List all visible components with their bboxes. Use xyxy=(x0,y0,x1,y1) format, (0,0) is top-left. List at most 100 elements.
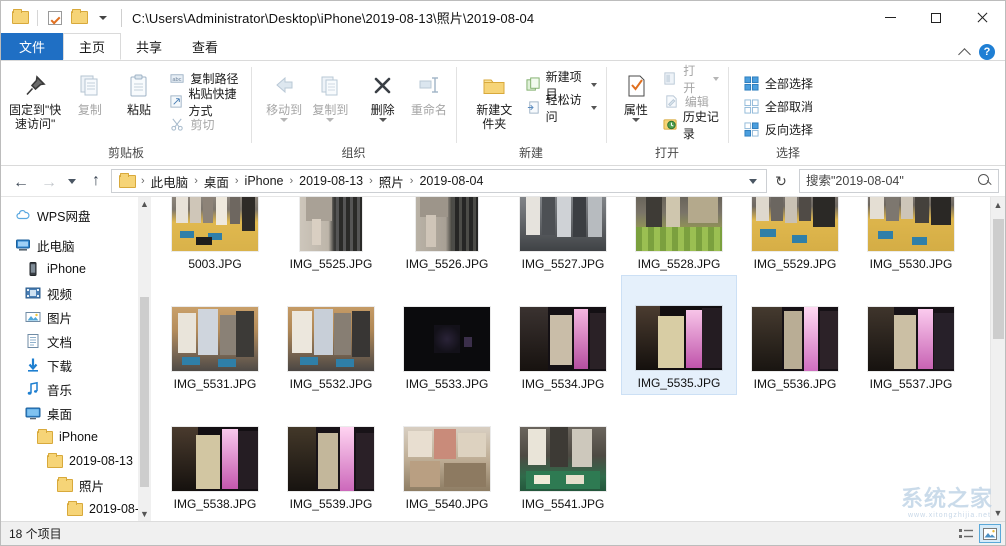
new-folder-icon[interactable] xyxy=(69,8,89,28)
recent-locations-button[interactable] xyxy=(63,169,81,193)
help-icon[interactable]: ? xyxy=(979,44,995,60)
history-button[interactable]: 历史记录 xyxy=(659,110,723,141)
file-item[interactable]: 5003.JPG xyxy=(157,197,273,275)
file-item[interactable]: IMG_5527.JPG xyxy=(505,197,621,275)
chevron-down-icon[interactable] xyxy=(713,76,719,81)
maximize-button[interactable] xyxy=(913,1,959,34)
file-item[interactable]: IMG_5529.JPG xyxy=(737,197,853,275)
sidebar-item-downloads[interactable]: 下载 xyxy=(1,353,151,377)
file-item[interactable]: IMG_5526.JPG xyxy=(389,197,505,275)
chevron-down-icon[interactable] xyxy=(591,105,597,110)
scroll-down-icon[interactable]: ▼ xyxy=(991,505,1005,521)
new-folder-button[interactable]: 新建文件夹 xyxy=(469,65,520,135)
invert-selection-button[interactable]: 反向选择 xyxy=(739,119,817,140)
file-item[interactable]: IMG_5531.JPG xyxy=(157,275,273,395)
properties-button[interactable]: 属性 xyxy=(615,65,657,126)
chevron-down-icon[interactable] xyxy=(378,118,387,122)
file-item[interactable]: IMG_5525.JPG xyxy=(273,197,389,275)
ribbon-group-open-label: 打开 xyxy=(654,146,679,160)
sidebar-item-2019-08-13[interactable]: 2019-08-13 xyxy=(1,449,151,473)
delete-button[interactable]: 删除 xyxy=(361,65,405,126)
chevron-down-icon[interactable] xyxy=(326,118,335,122)
chevron-down-icon[interactable] xyxy=(93,8,113,28)
breadcrumb-item-3[interactable]: 2019-08-13 xyxy=(295,174,367,188)
breadcrumb-item-2[interactable]: iPhone xyxy=(241,174,288,188)
sidebar-item-desktop[interactable]: 桌面 xyxy=(1,401,151,425)
open-button[interactable]: 打开 xyxy=(659,64,723,95)
move-to-button[interactable]: 移动到 xyxy=(262,65,306,126)
close-button[interactable] xyxy=(959,1,1005,34)
tab-home[interactable]: 主页 xyxy=(63,33,122,60)
search-input[interactable] xyxy=(806,174,978,188)
properties-checkbox-icon[interactable] xyxy=(45,8,65,28)
scroll-down-icon[interactable]: ▼ xyxy=(138,507,151,521)
file-item[interactable]: IMG_5528.JPG xyxy=(621,197,737,275)
file-item[interactable]: IMG_5539.JPG xyxy=(273,395,389,515)
sidebar-item-music[interactable]: 音乐 xyxy=(1,377,151,401)
scroll-up-icon[interactable]: ▲ xyxy=(138,197,151,211)
cut-button[interactable]: 剪切 xyxy=(165,114,246,135)
breadcrumb-item-4[interactable]: 照片 xyxy=(375,172,408,191)
phone-icon xyxy=(25,261,41,277)
sidebar-scrollbar[interactable]: ▲ ▼ xyxy=(138,197,151,521)
chevron-down-icon[interactable] xyxy=(280,118,289,122)
file-scroll-thumb[interactable] xyxy=(993,219,1004,339)
file-item[interactable]: IMG_5538.JPG xyxy=(157,395,273,515)
select-all-button[interactable]: 全部选择 xyxy=(739,73,817,94)
sidebar-item-2019-08-04[interactable]: 2019-08-( xyxy=(1,497,151,521)
file-item[interactable]: IMG_5533.JPG xyxy=(389,275,505,395)
copy-to-button[interactable]: 复制到 xyxy=(308,65,352,126)
file-item[interactable]: IMG_5535.JPG xyxy=(621,275,737,395)
sidebar-item-thispc[interactable]: 此电脑 xyxy=(1,233,151,257)
sidebar-item-iphone[interactable]: iPhone xyxy=(1,257,151,281)
sidebar-item-iphone-folder[interactable]: iPhone xyxy=(1,425,151,449)
breadcrumb-item-5[interactable]: 2019-08-04 xyxy=(415,174,487,188)
file-explorer-window: C:\Users\Administrator\Desktop\iPhone\20… xyxy=(0,0,1006,546)
forward-button[interactable] xyxy=(35,169,61,193)
file-item[interactable]: IMG_5532.JPG xyxy=(273,275,389,395)
ribbon-group-clipboard-label: 剪贴板 xyxy=(107,146,144,160)
thumbnail-view-button[interactable] xyxy=(979,524,1001,543)
tab-share[interactable]: 共享 xyxy=(121,33,177,60)
sidebar-item-documents[interactable]: 文档 xyxy=(1,329,151,353)
minimize-button[interactable] xyxy=(867,1,913,34)
address-dropdown-button[interactable] xyxy=(744,178,762,184)
chevron-up-icon[interactable] xyxy=(958,47,971,61)
file-item[interactable]: IMG_5541.JPG xyxy=(505,395,621,515)
breadcrumb-item-0[interactable]: 此电脑 xyxy=(147,172,193,191)
file-item[interactable]: IMG_5534.JPG xyxy=(505,275,621,395)
breadcrumb-item-1[interactable]: 桌面 xyxy=(200,172,233,191)
rename-button[interactable]: 重命名 xyxy=(407,65,451,121)
address-bar[interactable]: › 此电脑 › 桌面 › iPhone › 2019-08-13 › 照片 › … xyxy=(111,169,767,193)
paste-shortcut-button[interactable]: 粘贴快捷方式 xyxy=(165,87,246,118)
tab-view[interactable]: 查看 xyxy=(177,33,233,60)
list-view-button[interactable] xyxy=(955,524,977,543)
file-item[interactable]: IMG_5540.JPG xyxy=(389,395,505,515)
copy-button[interactable]: 复制 xyxy=(66,65,113,121)
scroll-up-icon[interactable]: ▲ xyxy=(991,197,1005,213)
sidebar-scroll-thumb[interactable] xyxy=(140,297,149,487)
file-list-pane[interactable]: 5003.JPG IMG_5525.JPG IMG_5526.JPG IMG_5… xyxy=(151,197,1005,521)
select-none-button[interactable]: 全部取消 xyxy=(739,96,817,117)
tab-file[interactable]: 文件 xyxy=(1,33,64,60)
pin-to-quick-access-button[interactable]: 固定到"快速访问" xyxy=(6,65,64,135)
chevron-down-icon[interactable] xyxy=(631,118,640,122)
back-button[interactable] xyxy=(7,169,33,193)
file-item[interactable]: IMG_5536.JPG xyxy=(737,275,853,395)
refresh-button[interactable]: ↻ xyxy=(769,169,793,193)
documents-icon xyxy=(25,333,41,349)
sidebar-item-wps[interactable]: WPS网盘 xyxy=(1,203,151,227)
title-bar: C:\Users\Administrator\Desktop\iPhone\20… xyxy=(1,1,1005,34)
paste-button[interactable]: 粘贴 xyxy=(115,65,162,121)
file-list-scrollbar[interactable]: ▲ ▼ xyxy=(990,197,1005,521)
up-button[interactable] xyxy=(83,169,109,193)
file-item[interactable]: IMG_5530.JPG xyxy=(853,197,969,275)
file-item[interactable]: IMG_5537.JPG xyxy=(853,275,969,395)
sidebar-item-videos[interactable]: 视频 xyxy=(1,281,151,305)
chevron-down-icon[interactable] xyxy=(591,82,597,87)
sidebar-item-pictures[interactable]: 图片 xyxy=(1,305,151,329)
sidebar-item-photos[interactable]: 照片 xyxy=(1,473,151,497)
explorer-folder-icon[interactable] xyxy=(10,8,30,28)
easy-access-button[interactable]: 轻松访问 xyxy=(522,93,601,124)
search-box[interactable] xyxy=(799,169,999,193)
